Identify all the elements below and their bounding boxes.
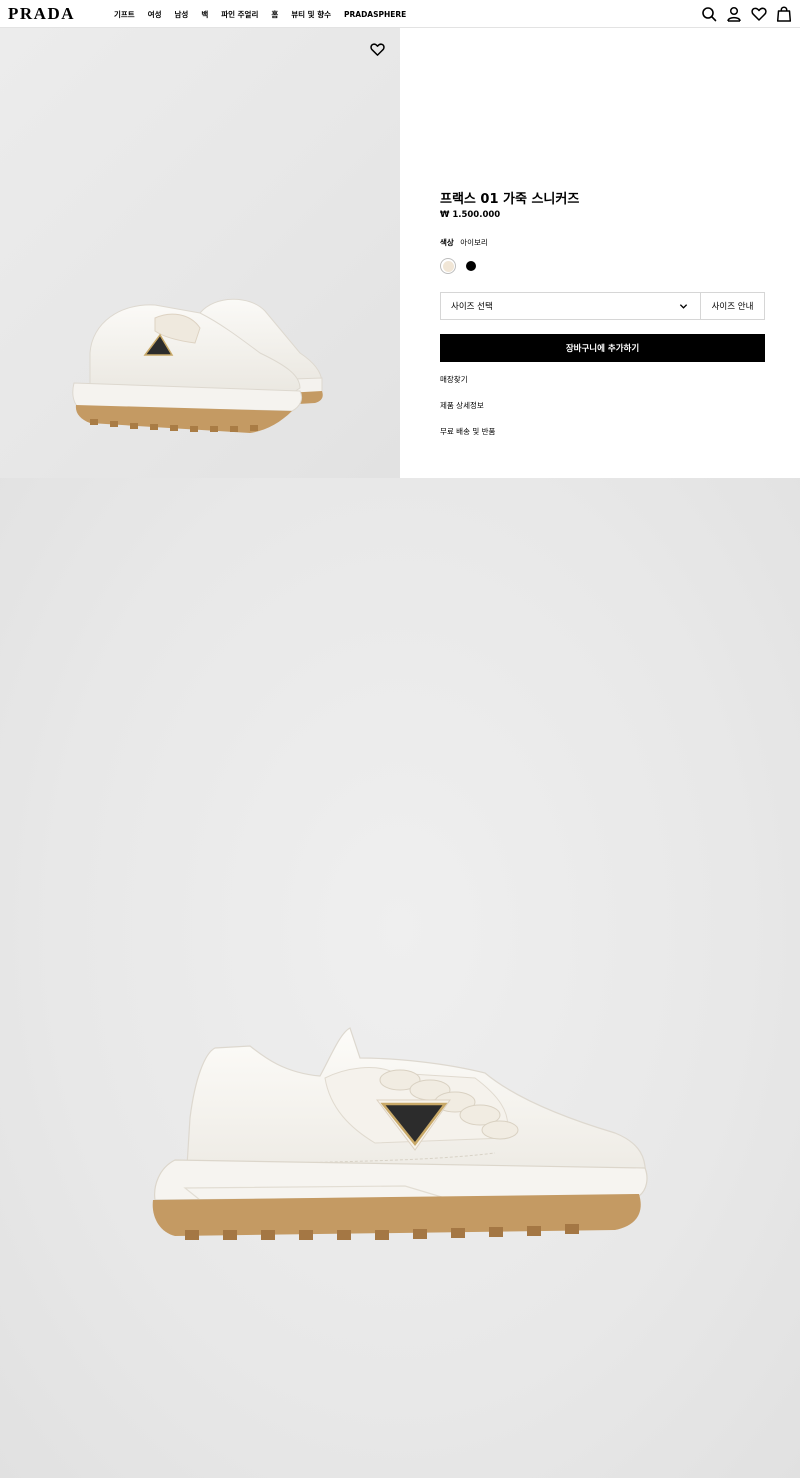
sneaker-pair-image <box>72 298 323 433</box>
search-icon[interactable] <box>701 6 717 22</box>
product-image-side[interactable] <box>0 478 800 1478</box>
product-price: ₩ 1.500.000 <box>440 210 501 220</box>
chevron-down-icon <box>679 303 688 309</box>
nav-item-women[interactable]: 여성 <box>148 9 162 20</box>
prada-logo[interactable]: PRADA <box>8 5 75 23</box>
header-icons <box>701 6 792 22</box>
swatch-black-dot <box>466 261 476 271</box>
site-header: PRADA 기프트 여성 남성 백 파인 주얼리 홈 뷰티 및 향수 PRADA… <box>0 0 800 28</box>
free-shipping-returns-link[interactable]: 무료 배송 및 반품 <box>440 426 495 437</box>
product-image-pair[interactable] <box>0 28 400 478</box>
size-select-label: 사이즈 선택 <box>451 302 493 312</box>
nav-item-fine-jewelry[interactable]: 파인 주얼리 <box>221 9 258 20</box>
nav-item-gift[interactable]: 기프트 <box>114 9 135 20</box>
swatch-ivory-dot <box>442 260 454 272</box>
bag-icon[interactable] <box>776 6 792 22</box>
find-store-link[interactable]: 매장찾기 <box>440 374 468 385</box>
add-to-cart-button[interactable]: 장바구니에 추가하기 <box>440 334 765 362</box>
swatch-ivory[interactable] <box>440 258 456 274</box>
nav-item-home[interactable]: 홈 <box>271 9 278 20</box>
size-guide-button[interactable]: 사이즈 안내 <box>701 293 764 319</box>
nav-item-beauty-fragrance[interactable]: 뷰티 및 향수 <box>291 9 331 20</box>
color-label: 색상 <box>440 238 454 247</box>
nav-item-men[interactable]: 남성 <box>175 9 189 20</box>
wishlist-icon[interactable] <box>751 6 767 22</box>
color-swatches <box>440 258 479 274</box>
size-select-dropdown[interactable]: 사이즈 선택 <box>441 293 701 319</box>
main-nav: 기프트 여성 남성 백 파인 주얼리 홈 뷰티 및 향수 PRADASPHERE <box>114 0 419 28</box>
product-details-panel: 프랙스 01 가죽 스니커즈 ₩ 1.500.000 색상 아이보리 사이즈 선… <box>400 28 800 478</box>
color-value: 아이보리 <box>460 238 488 247</box>
nav-item-bags[interactable]: 백 <box>201 9 208 20</box>
product-title: 프랙스 01 가죽 스니커즈 <box>440 192 580 207</box>
add-to-wishlist-heart-icon[interactable] <box>370 42 385 57</box>
size-row: 사이즈 선택 사이즈 안내 <box>440 292 765 320</box>
product-details-link[interactable]: 제품 상세정보 <box>440 400 484 411</box>
sneaker-side-image <box>152 1027 648 1240</box>
account-icon[interactable] <box>726 6 742 22</box>
color-info: 색상 아이보리 <box>440 237 488 248</box>
nav-item-pradasphere[interactable]: PRADASPHERE <box>344 10 406 19</box>
swatch-black[interactable] <box>463 258 479 274</box>
